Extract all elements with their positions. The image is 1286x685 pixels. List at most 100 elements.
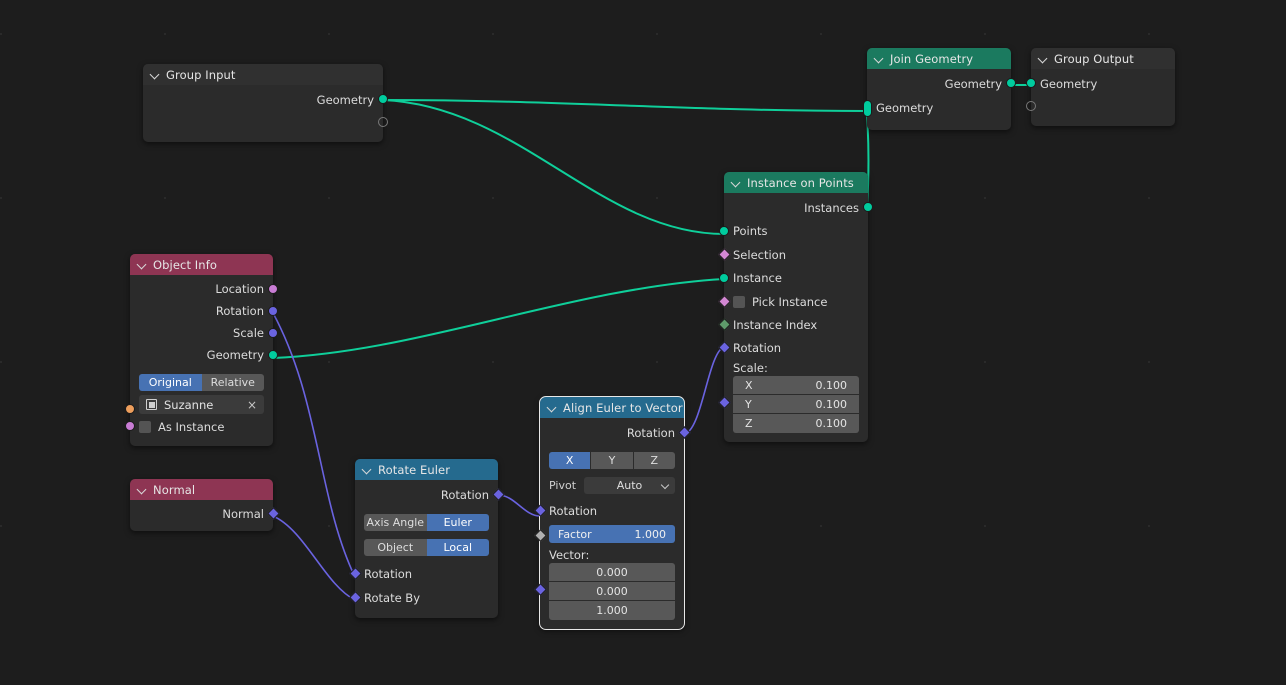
scale-z-field[interactable]: Z 0.100	[733, 414, 859, 433]
axis-option-z[interactable]: Z	[633, 452, 675, 469]
as-instance-row[interactable]: As Instance	[125, 416, 273, 437]
transform-space-option-relative[interactable]: Relative	[201, 374, 264, 391]
socket-rotation-output[interactable]	[677, 426, 691, 439]
socket-rotate-by-input[interactable]	[348, 591, 362, 604]
socket-rotation-output[interactable]	[268, 306, 278, 316]
socket-row-rotation-out[interactable]: Rotation	[355, 483, 505, 507]
node-object-info[interactable]: Object Info Location Rotation Scale Geom…	[125, 254, 278, 446]
axis-toggle[interactable]: X Y Z	[540, 450, 684, 471]
socket-scale-input[interactable]	[717, 396, 731, 409]
socket-row-rotate-by-in[interactable]: Rotate By	[348, 586, 498, 609]
node-header-rotate-euler[interactable]: Rotate Euler	[355, 459, 498, 480]
scale-y-field[interactable]: Y 0.100	[733, 395, 859, 414]
rotation-space-segments[interactable]: Object Local	[364, 539, 489, 556]
socket-instance-input[interactable]	[719, 273, 729, 283]
scale-x-field[interactable]: X 0.100	[733, 376, 859, 395]
node-rotate-euler[interactable]: Rotate Euler Rotation Axis Angle Euler O…	[348, 459, 505, 618]
chevron-down-icon[interactable]	[731, 177, 742, 188]
socket-row-points-in[interactable]: Points	[719, 219, 868, 243]
socket-row-rotation-in[interactable]: Rotation	[348, 562, 498, 586]
socket-row-geometry-out[interactable]: Geometry	[130, 344, 278, 366]
socket-row-pick-instance-in[interactable]: Pick Instance	[717, 291, 868, 313]
socket-rotation-input[interactable]	[717, 341, 731, 354]
socket-geometry-output[interactable]	[378, 94, 388, 104]
object-selector-field[interactable]: Suzanne ×	[139, 395, 264, 414]
socket-row-instance-index-in[interactable]: Instance Index	[717, 313, 868, 336]
pivot-row[interactable]: Pivot Auto	[540, 475, 684, 496]
socket-virtual-output[interactable]	[378, 117, 388, 127]
socket-row-geometry-in[interactable]: Geometry	[862, 95, 1011, 121]
rotation-type-option-axis-angle[interactable]: Axis Angle	[364, 514, 427, 531]
socket-row-virtual-out[interactable]	[143, 111, 388, 133]
socket-instance-index-input[interactable]	[717, 318, 731, 331]
socket-location-output[interactable]	[268, 284, 278, 294]
node-header-instance-on-points[interactable]: Instance on Points	[724, 172, 868, 193]
chevron-down-icon[interactable]	[660, 480, 670, 490]
rotation-type-segments[interactable]: Axis Angle Euler	[364, 514, 489, 531]
rotation-space-option-object[interactable]: Object	[364, 539, 427, 556]
socket-virtual-input[interactable]	[1026, 101, 1036, 111]
axis-option-y[interactable]: Y	[591, 452, 634, 469]
rotation-space-toggle[interactable]: Object Local	[355, 537, 498, 558]
pick-instance-checkbox[interactable]	[733, 296, 745, 308]
factor-slider[interactable]: Factor 1.000	[549, 525, 675, 543]
socket-geometry-output[interactable]	[268, 350, 278, 360]
transform-space-option-original[interactable]: Original	[139, 374, 202, 391]
node-group-input[interactable]: Group Input Geometry	[143, 64, 388, 142]
chevron-down-icon[interactable]	[150, 69, 161, 80]
transform-space-segments[interactable]: Original Relative	[139, 374, 264, 391]
node-editor-canvas[interactable]: Group Input Geometry Join Geometry Geome…	[0, 0, 1286, 685]
chevron-down-icon[interactable]	[1038, 53, 1049, 64]
chevron-down-icon[interactable]	[874, 53, 885, 64]
node-header-object-info[interactable]: Object Info	[130, 254, 273, 275]
chevron-down-icon[interactable]	[547, 402, 558, 413]
node-header-normal[interactable]: Normal	[130, 479, 273, 500]
socket-row-selection-in[interactable]: Selection	[717, 243, 868, 266]
pivot-dropdown[interactable]: Auto	[584, 477, 675, 494]
node-group-output[interactable]: Group Output Geometry	[1026, 48, 1175, 126]
node-header-join-geometry[interactable]: Join Geometry	[867, 48, 1011, 69]
node-normal[interactable]: Normal Normal	[130, 479, 280, 531]
chevron-down-icon[interactable]	[137, 484, 148, 495]
vector-z-field[interactable]: 1.000	[549, 601, 675, 620]
socket-row-virtual-in[interactable]	[1026, 95, 1175, 117]
rotation-type-option-euler[interactable]: Euler	[426, 514, 489, 531]
socket-row-rotation-in[interactable]: Rotation	[533, 499, 684, 523]
socket-row-location-out[interactable]: Location	[130, 278, 278, 300]
socket-row-scale-out[interactable]: Scale	[130, 322, 278, 344]
socket-as-instance-input[interactable]	[125, 421, 135, 431]
as-instance-checkbox[interactable]	[139, 420, 151, 433]
socket-geometry-output[interactable]	[1006, 78, 1016, 88]
socket-pick-instance-input[interactable]	[717, 295, 731, 308]
axis-segments[interactable]: X Y Z	[549, 452, 675, 469]
socket-normal-output[interactable]	[266, 507, 280, 520]
socket-object-input[interactable]	[125, 404, 135, 414]
socket-geometry-input[interactable]	[1026, 78, 1036, 88]
socket-row-normal-out[interactable]: Normal	[130, 503, 280, 525]
socket-scale-output[interactable]	[268, 328, 278, 338]
node-join-geometry[interactable]: Join Geometry Geometry Geometry	[862, 48, 1016, 130]
socket-row-rotation-out[interactable]: Rotation	[540, 421, 691, 445]
node-align-euler-to-vector[interactable]: Align Euler to Vector Rotation X Y Z Piv…	[533, 396, 691, 630]
node-instance-on-points[interactable]: Instance on Points Instances Points Sele…	[717, 172, 873, 442]
chevron-down-icon[interactable]	[362, 464, 373, 475]
socket-row-instances-out[interactable]: Instances	[724, 196, 873, 219]
socket-rotation-input[interactable]	[348, 567, 362, 580]
socket-vector-input[interactable]	[533, 583, 547, 596]
rotation-type-toggle[interactable]: Axis Angle Euler	[355, 512, 498, 533]
socket-row-geometry-out[interactable]: Geometry	[143, 88, 388, 111]
clear-object-icon[interactable]: ×	[247, 399, 257, 411]
socket-row-geometry-in[interactable]: Geometry	[1026, 72, 1175, 95]
socket-rotation-output[interactable]	[491, 488, 505, 501]
socket-points-input[interactable]	[719, 226, 729, 236]
vector-x-field[interactable]: 0.000	[549, 563, 675, 582]
vector-y-field[interactable]: 0.000	[549, 582, 675, 601]
chevron-down-icon[interactable]	[137, 259, 148, 270]
node-header-group-input[interactable]: Group Input	[143, 64, 383, 85]
socket-row-geometry-out[interactable]: Geometry	[867, 72, 1016, 95]
node-header-group-output[interactable]: Group Output	[1031, 48, 1175, 69]
socket-rotation-input[interactable]	[533, 504, 547, 517]
socket-selection-input[interactable]	[717, 248, 731, 261]
transform-space-toggle[interactable]: Original Relative	[130, 372, 273, 393]
socket-geometry-multi-input[interactable]	[862, 100, 872, 117]
